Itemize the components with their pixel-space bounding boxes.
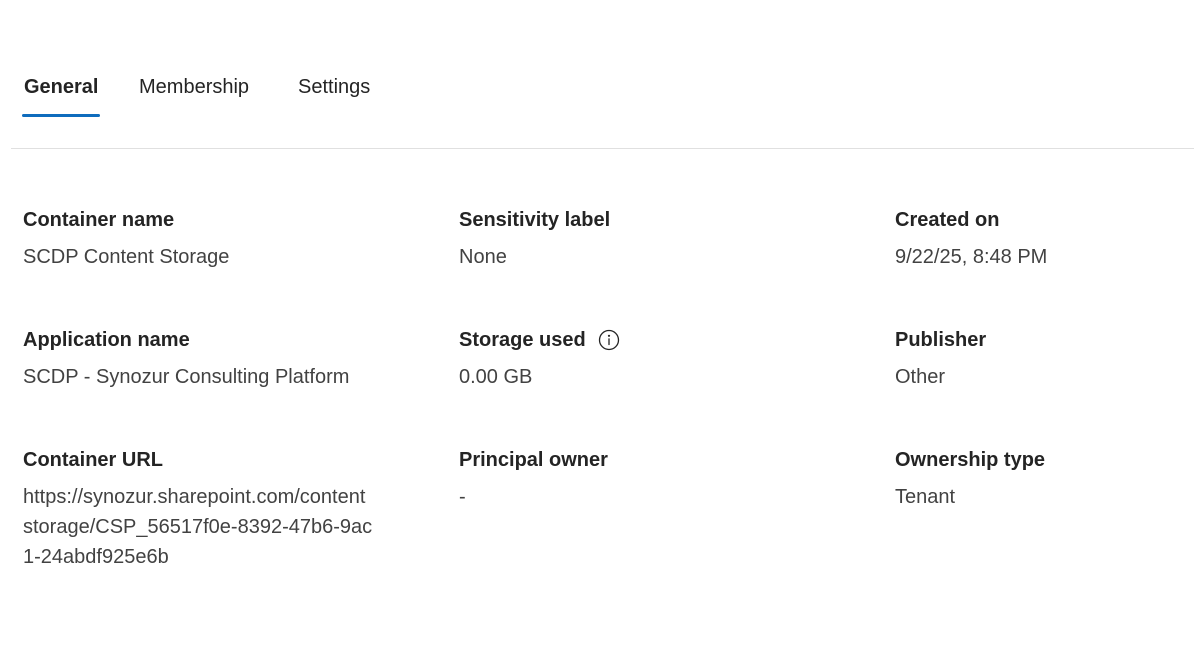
- ownership-type-value: Tenant: [895, 486, 956, 508]
- container-url-field: Container URL https://synozur.sharepoint…: [23, 446, 383, 572]
- storage-used-label-row: Storage used: [459, 326, 819, 354]
- container-url-label: Container URL: [23, 449, 163, 471]
- tab-divider: [11, 148, 1194, 149]
- active-tab-indicator: [22, 114, 100, 117]
- storage-used-label: Storage used: [459, 329, 586, 351]
- container-name-label: Container name: [23, 209, 175, 231]
- created-on-field: Created on 9/22/25, 8:48 PM: [895, 206, 1194, 272]
- ownership-type-field: Ownership type Tenant: [895, 446, 1194, 512]
- storage-used-field: Storage used 0.00 GB: [459, 326, 819, 392]
- container-name-field: Container name SCDP Content Storage: [23, 206, 383, 272]
- sensitivity-label-field: Sensitivity label None: [459, 206, 819, 272]
- tab-general[interactable]: General: [24, 73, 98, 101]
- ownership-type-label: Ownership type: [895, 449, 1046, 471]
- sensitivity-label-value: None: [459, 246, 507, 268]
- application-name-label: Application name: [23, 329, 190, 351]
- info-icon[interactable]: [598, 329, 620, 351]
- container-url-value: https://synozur.sharepoint.com/contentst…: [23, 486, 373, 568]
- principal-owner-label: Principal owner: [459, 449, 608, 471]
- publisher-label: Publisher: [895, 329, 987, 351]
- created-on-label: Created on: [895, 209, 1000, 231]
- application-name-value: SCDP - Synozur Consulting Platform: [23, 366, 350, 388]
- tab-list: General Membership Settings: [0, 0, 1194, 149]
- principal-owner-field: Principal owner -: [459, 446, 819, 512]
- publisher-value: Other: [895, 366, 946, 388]
- created-on-value: 9/22/25, 8:48 PM: [895, 246, 1048, 268]
- application-name-field: Application name SCDP - Synozur Consulti…: [23, 326, 383, 392]
- storage-used-value: 0.00 GB: [459, 366, 533, 388]
- container-name-value: SCDP Content Storage: [23, 246, 230, 268]
- publisher-field: Publisher Other: [895, 326, 1194, 392]
- sensitivity-label-label: Sensitivity label: [459, 209, 611, 231]
- principal-owner-value: -: [459, 486, 466, 508]
- tab-membership[interactable]: Membership: [139, 73, 249, 101]
- tab-settings[interactable]: Settings: [298, 73, 370, 101]
